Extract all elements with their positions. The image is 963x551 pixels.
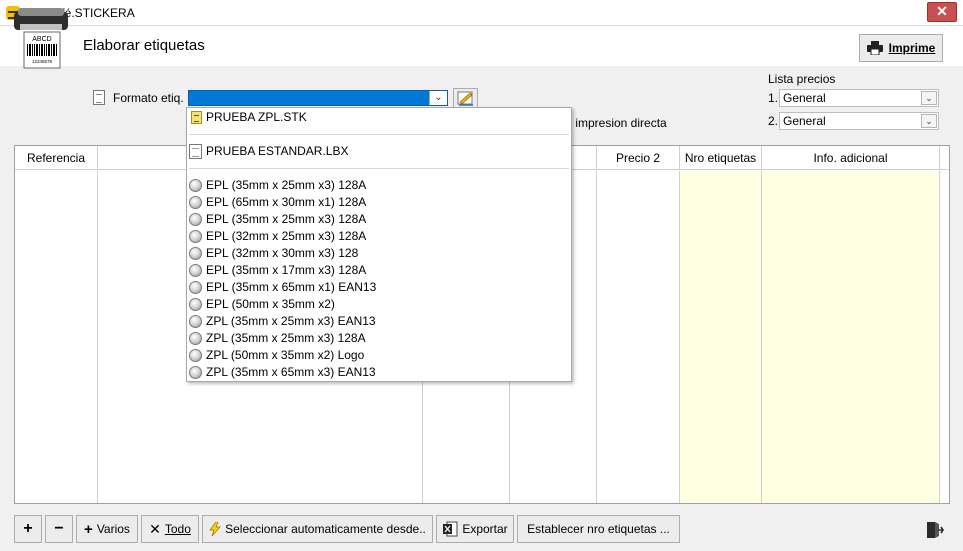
logo-text: ABCD [32,36,51,43]
x-icon: ✕ [149,520,161,537]
edit-format-button[interactable] [453,88,478,108]
dropdown-item-builtin[interactable]: ZPL (35mm x 65mm x3) EAN13 [187,364,571,381]
column-header-nro-etiquetas[interactable]: Nro etiquetas [680,146,762,170]
clear-all-button[interactable]: ✕ Todo [141,515,199,543]
radio-icon [189,230,202,243]
price-list-2-select[interactable]: General ⌄ [779,112,939,130]
dropdown-item-builtin[interactable]: EPL (32mm x 30mm x3) 128 [187,245,571,262]
format-combobox[interactable]: ⌄ [188,90,448,106]
logo-barcode-digits: 12345678 [32,59,53,64]
format-dropdown-list[interactable]: PRUEBA ZPL.STK PRUEBA ESTANDAR.LBX EPL (… [186,107,572,382]
dropdown-item-label: EPL (35mm x 25mm x3) 128A [206,212,367,226]
radio-icon [189,281,202,294]
column-info-adicional[interactable] [762,171,940,503]
printer-icon [866,41,883,55]
radio-icon [189,264,202,277]
dropdown-item-builtin[interactable]: EPL (35mm x 65mm x1) EAN13 [187,279,571,296]
radio-icon [189,332,202,345]
auto-select-button[interactable]: Seleccionar automaticamente desde.. [202,515,433,543]
column-header-precio-2[interactable]: Precio 2 [597,146,680,170]
close-button[interactable]: ✕ [927,2,957,22]
column-header-info-adicional[interactable]: Info. adicional [762,146,940,170]
radio-icon [189,196,202,209]
price-list-2-index: 2. [768,114,779,128]
label-printer-icon: ABCD 12345678 [14,8,68,69]
lightning-icon [209,522,221,536]
dropdown-item-label: EPL (65mm x 30mm x1) 128A [206,195,367,209]
dropdown-item-builtin[interactable]: EPL (65mm x 30mm x1) 128A [187,194,571,211]
dropdown-item-label: ZPL (35mm x 65mm x3) EAN13 [206,365,376,379]
export-button[interactable]: Exportar [436,515,514,543]
chevron-down-icon[interactable]: ⌄ [429,91,447,105]
price-list-1-select[interactable]: General ⌄ [779,89,939,107]
lbx-file-icon [189,144,202,159]
column-nro-etiquetas[interactable] [680,171,762,503]
print-button[interactable]: Imprime [859,34,943,62]
radio-icon [189,213,202,226]
dropdown-item-label: EPL (50mm x 35mm x2) [206,297,335,311]
radio-icon [189,315,202,328]
auto-select-label: Seleccionar automaticamente desde.. [225,522,426,536]
column-referencia [15,171,98,503]
price-list-2-value: General [783,114,826,128]
pencil-edit-icon [457,91,473,106]
page-title: Elaborar etiquetas [83,37,205,54]
format-label: Formato etiq. [113,91,184,105]
radio-icon [189,349,202,362]
dropdown-item-label: ZPL (50mm x 35mm x2) Logo [206,348,365,362]
radio-icon [189,298,202,311]
dropdown-item-label: ZPL (35mm x 25mm x3) 128A [206,331,366,345]
dropdown-item-lbx[interactable]: PRUEBA ESTANDAR.LBX [187,143,571,160]
dropdown-item-label: EPL (32mm x 30mm x3) 128 [206,246,359,260]
stk-file-icon [191,111,202,124]
plus-icon: + [23,520,33,537]
dropdown-separator [189,134,569,135]
dropdown-item-builtin[interactable]: ZPL (35mm x 25mm x3) EAN13 [187,313,571,330]
add-row-button[interactable]: + [14,515,42,543]
dropdown-item-label: EPL (35mm x 17mm x3) 128A [206,263,367,277]
dropdown-item-stk[interactable]: PRUEBA ZPL.STK [187,109,571,126]
radio-icon [189,179,202,192]
dropdown-item-builtin[interactable]: EPL (35mm x 25mm x3) 128A [187,211,571,228]
varios-label: Varios [96,522,130,536]
dropdown-item-builtin[interactable]: EPL (32mm x 25mm x3) 128A [187,228,571,245]
exit-door-icon[interactable] [924,520,944,540]
dropdown-item-builtin[interactable]: EPL (50mm x 35mm x2) [187,296,571,313]
plus-icon: + [84,520,93,538]
dropdown-item-label: PRUEBA ESTANDAR.LBX [206,144,349,158]
dropdown-item-builtin[interactable]: EPL (35mm x 17mm x3) 128A [187,262,571,279]
dropdown-item-label: EPL (32mm x 25mm x3) 128A [206,229,367,243]
radio-icon [189,247,202,260]
dropdown-separator [189,168,569,169]
dropdown-item-label: EPL (35mm x 25mm x3) 128A [206,178,367,192]
price-list-1-value: General [783,91,826,105]
add-various-button[interactable]: + Varios [76,515,138,543]
title-bar: SysCafé.STICKERA ✕ [0,0,963,26]
radio-icon [189,366,202,379]
price-list-title: Lista precios [768,72,836,86]
price-list-1-index: 1. [768,91,779,105]
header: Elaborar etiquetas [0,26,963,66]
set-label-count-button[interactable]: Establecer nro etiquetas ... [517,515,680,543]
dropdown-item-builtin[interactable]: ZPL (35mm x 25mm x3) 128A [187,330,571,347]
print-button-label: Imprime [888,41,936,55]
minus-icon: − [54,520,64,537]
dropdown-item-label: EPL (35mm x 65mm x1) EAN13 [206,280,377,294]
set-count-label: Establecer nro etiquetas ... [527,522,670,536]
remove-row-button[interactable]: − [45,515,73,543]
chevron-down-icon[interactable]: ⌄ [921,91,937,105]
excel-icon [443,521,458,537]
dropdown-item-builtin[interactable]: EPL (35mm x 25mm x3) 128A [187,177,571,194]
direct-print-label: r impresion directa [568,116,667,130]
document-icon [93,90,105,105]
export-label: Exportar [462,522,508,536]
chevron-down-icon[interactable]: ⌄ [921,114,937,128]
column-header-referencia[interactable]: Referencia [15,146,98,170]
todo-label: Todo [164,522,191,536]
dropdown-item-label: ZPL (35mm x 25mm x3) EAN13 [206,314,376,328]
dropdown-item-builtin[interactable]: ZPL (50mm x 35mm x2) Logo [187,347,571,364]
dropdown-item-label: PRUEBA ZPL.STK [206,110,307,124]
column-precio-2 [597,171,680,503]
